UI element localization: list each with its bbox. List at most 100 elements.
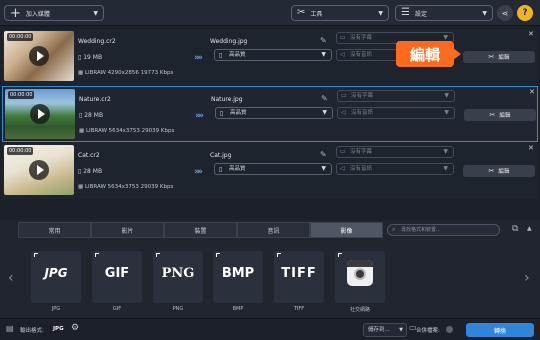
chevron-up-icon[interactable]: ▲ <box>527 225 532 232</box>
format-label: 社交網路 <box>349 307 370 313</box>
share-button[interactable]: ⋖ <box>497 5 513 21</box>
close-icon[interactable]: ✕ <box>529 88 535 96</box>
speaker-icon: ◁ <box>340 51 345 58</box>
output-file-name: Cat.jpg <box>210 152 232 159</box>
file-meta: ▦ LIBRAW 5634x3753 29039 Kbps <box>78 184 174 190</box>
scroll-right-icon[interactable]: › <box>524 270 530 286</box>
settings-sliders-icon: ☰ <box>401 7 410 18</box>
output-file-name: Wedding.jpg <box>210 38 248 45</box>
subtitle-icon: ▭ <box>341 92 347 99</box>
png-logo: PNG <box>161 265 195 281</box>
output-format-label: 輸出格式: <box>20 328 44 334</box>
chevron-down-icon: ▼ <box>321 51 326 58</box>
file-row-nature[interactable]: 00:00:00 Nature.cr2 ▯ 28 MB ▦ LIBRAW 563… <box>2 86 538 142</box>
tools-label: 工具 <box>310 10 323 18</box>
chevron-down-icon: ▼ <box>322 109 327 116</box>
format-png[interactable]: PNG <box>153 251 203 303</box>
help-button[interactable]: ? <box>517 5 533 21</box>
format-label: BMP <box>232 306 244 312</box>
tab-audio[interactable]: 音訊 <box>237 222 310 238</box>
tab-devices[interactable]: 裝置 <box>164 222 237 238</box>
tiff-logo: TIFF <box>281 265 317 281</box>
format-label: PNG <box>172 306 184 312</box>
subtitle-icon: ▭ <box>340 148 346 155</box>
output-file-name: Nature.jpg <box>211 96 243 103</box>
file-name: Wedding.cr2 <box>78 38 116 45</box>
format-label: TIFF <box>293 306 305 312</box>
save-to-dropdown[interactable]: 儲存到... ▼ <box>363 323 407 337</box>
close-icon[interactable]: ✕ <box>528 144 534 152</box>
settings-label: 設定 <box>414 10 427 18</box>
format-social-network[interactable] <box>335 251 385 303</box>
merge-files-label: 合併檔案: <box>416 328 440 334</box>
play-button[interactable] <box>29 46 49 66</box>
scissors-icon: ✂ <box>488 53 495 61</box>
file-size: ▯ 28 MB <box>78 168 103 175</box>
scissors-icon: ✂ <box>488 167 495 175</box>
scroll-left-icon[interactable]: ‹ <box>8 270 14 286</box>
audio-dropdown[interactable]: ◁沒有音訊▼ <box>336 163 454 175</box>
format-search-input[interactable]: ⌕ 尋找格式和裝置... <box>387 224 500 236</box>
edit-button[interactable]: ✂ 編輯 <box>463 165 535 177</box>
play-button[interactable] <box>29 160 49 180</box>
format-bmp[interactable]: BMP <box>213 251 263 303</box>
chevron-down-icon: ▼ <box>443 165 448 172</box>
tab-image[interactable]: 影像 <box>310 222 383 238</box>
top-toolbar: + 加入媒體 ▼ ✂ 工具 ▼ ☰ 設定 ▼ ⋖ ? <box>0 0 540 26</box>
thumbnail-cat: 00:00:00 <box>4 145 74 195</box>
plus-icon: + <box>10 5 21 21</box>
file-meta: ▦ LIBRAW 5634x3753 29039 Kbps <box>79 128 175 134</box>
speaker-icon: ◁ <box>341 109 346 116</box>
file-row-cat[interactable]: 00:00:00 Cat.cr2 ▯ 28 MB ▦ LIBRAW 5634x3… <box>2 143 538 199</box>
scissors-icon: ✂ <box>489 111 496 119</box>
quality-dropdown[interactable]: ▯ 高品質 ▼ <box>214 49 332 61</box>
jpg-logo: JPG <box>44 266 68 280</box>
edit-button[interactable]: ✂ 編輯 <box>463 51 535 63</box>
quality-dropdown[interactable]: ▯ 高品質 ▼ <box>214 163 332 175</box>
quality-dropdown[interactable]: ▯ 高品質 ▼ <box>215 107 333 119</box>
help-icon: ? <box>522 8 528 18</box>
convert-arrow-icon: »» <box>195 111 204 121</box>
chevron-down-icon: ▼ <box>444 92 449 99</box>
thumbnail-wedding: 00:00:00 <box>4 31 74 81</box>
chevron-down-icon: ▼ <box>443 148 448 155</box>
subtitle-dropdown[interactable]: ▭ 沒有字幕 ▼ <box>337 90 455 102</box>
merge-files-toggle[interactable] <box>446 326 453 333</box>
share-icon: ⋖ <box>501 8 509 18</box>
chevron-down-icon: ▼ <box>378 9 383 17</box>
file-name: Cat.cr2 <box>78 152 100 159</box>
close-icon[interactable]: ✕ <box>528 30 534 38</box>
camera-icon <box>335 251 385 295</box>
settings-button[interactable]: ☰ 設定 ▼ <box>395 5 493 21</box>
convert-arrow-icon: »» <box>194 167 203 177</box>
rename-pencil-icon[interactable]: ✎ <box>321 94 328 103</box>
chevron-down-icon: ▼ <box>321 165 326 172</box>
subtitle-dropdown[interactable]: ▭ 沒有字幕 ▼ <box>336 146 454 158</box>
output-format-value: JPG <box>53 326 64 332</box>
tab-video[interactable]: 影片 <box>91 222 164 238</box>
tab-popular[interactable]: 常用 <box>18 222 91 238</box>
file-icon: ▯ <box>219 52 223 59</box>
gear-icon[interactable]: ⚙ <box>71 323 79 333</box>
file-size: ▯ 19 MB <box>78 54 103 61</box>
format-gif[interactable]: GIF <box>92 251 142 303</box>
convert-button[interactable]: 轉換 <box>466 323 534 337</box>
rename-pencil-icon[interactable]: ✎ <box>320 36 327 45</box>
format-jpg[interactable]: JPG <box>31 251 81 303</box>
file-size: ▯ 28 MB <box>79 112 104 119</box>
timecode: 00:00:00 <box>7 147 34 155</box>
play-button[interactable] <box>30 104 50 124</box>
convert-arrow-icon: »» <box>194 53 203 63</box>
format-label: JPG <box>51 306 61 312</box>
edit-button[interactable]: ✂ 編輯 <box>464 109 536 121</box>
chevron-down-icon: ▼ <box>399 327 403 333</box>
tools-button[interactable]: ✂ 工具 ▼ <box>291 5 389 21</box>
collapse-panel-icon[interactable]: ⧉ <box>512 224 518 234</box>
audio-dropdown[interactable]: ◁沒有音訊▼ <box>337 107 455 119</box>
add-media-button[interactable]: + 加入媒體 ▼ <box>4 5 104 21</box>
format-tiff[interactable]: TIFF <box>274 251 324 303</box>
subtitle-icon: ▭ <box>340 34 346 41</box>
rename-pencil-icon[interactable]: ✎ <box>320 150 327 159</box>
chevron-down-icon: ▼ <box>93 9 98 17</box>
thumbnail-nature: 00:00:00 <box>5 89 75 139</box>
